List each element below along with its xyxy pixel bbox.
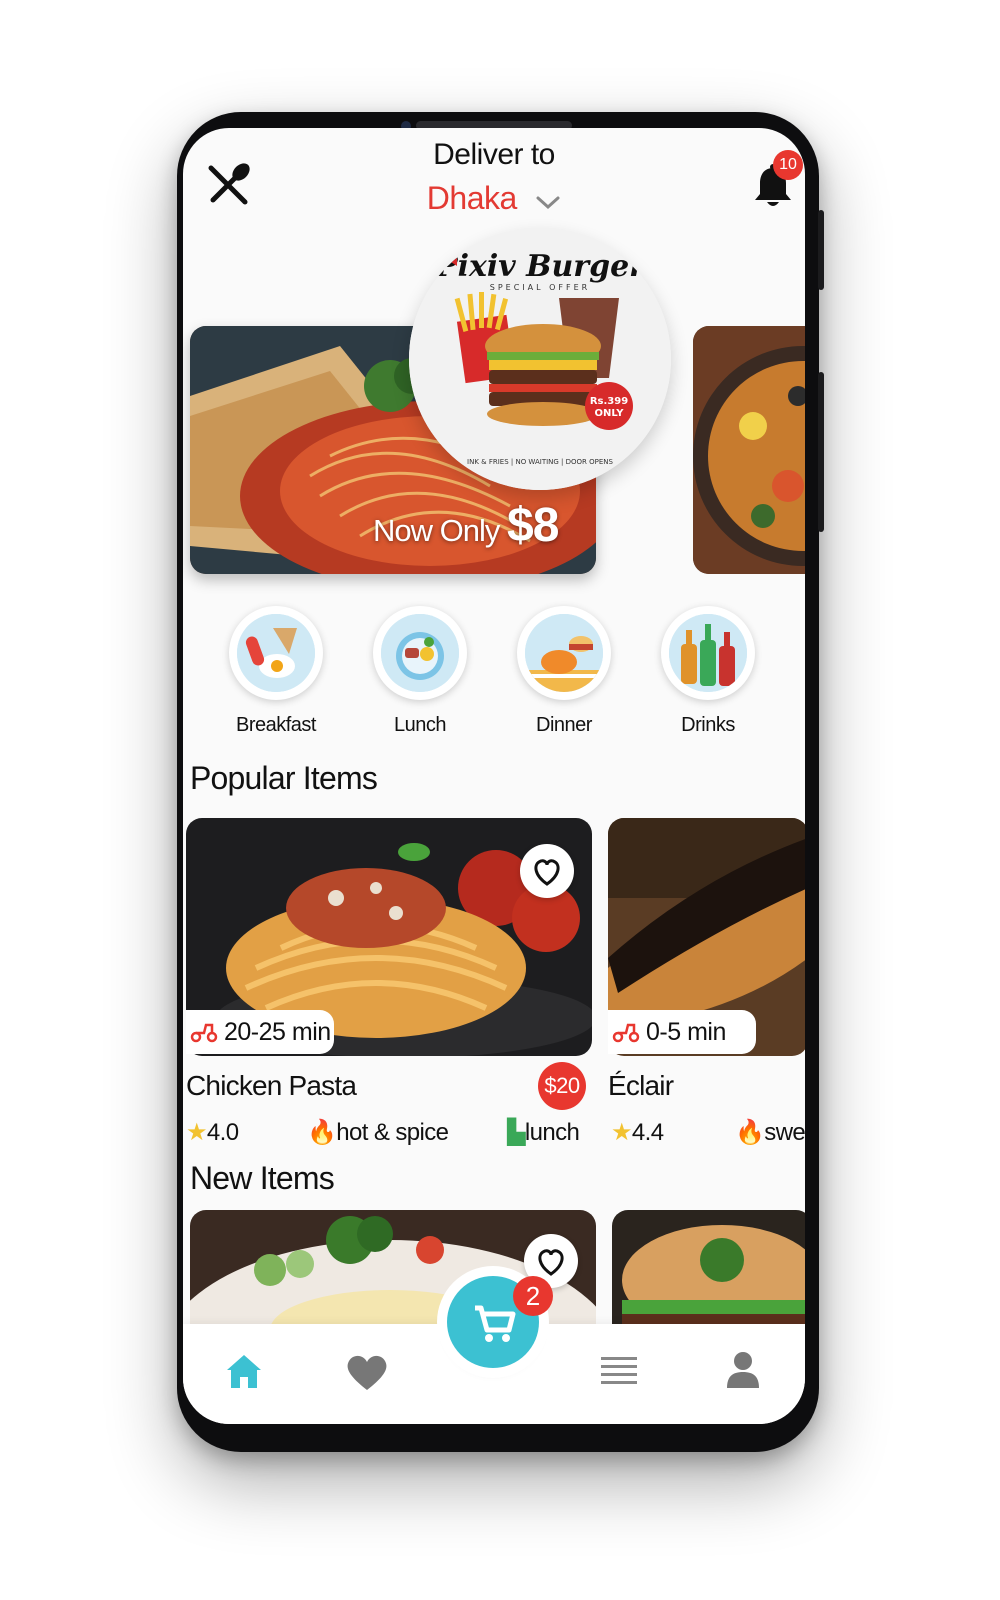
favorite-button[interactable] bbox=[520, 844, 574, 898]
item-tag: 🔥hot & spice bbox=[307, 1118, 449, 1147]
cart-count-badge: 2 bbox=[513, 1276, 553, 1316]
promo-brand-text: Pixiv Burger bbox=[434, 249, 647, 284]
category-label: Dinner bbox=[536, 714, 592, 736]
menu-icon bbox=[601, 1357, 637, 1384]
delivery-time: 20-25 min bbox=[186, 1010, 334, 1054]
fire-icon: 🔥 bbox=[307, 1119, 337, 1146]
banner-price: Now Only $8 bbox=[373, 498, 559, 553]
promo-banner-paella[interactable] bbox=[693, 326, 805, 574]
svg-text:INK & FRIES | NO WAITING | DOO: INK & FRIES | NO WAITING | DOOR OPENS bbox=[467, 458, 613, 466]
deliver-to-label: Deliver to bbox=[433, 138, 555, 171]
scooter-icon bbox=[190, 1024, 218, 1043]
item-tag: 🔥swe bbox=[735, 1118, 805, 1147]
phone-side-button bbox=[818, 372, 824, 532]
delivery-time: 0-5 min bbox=[608, 1010, 756, 1054]
burger-special-offer[interactable]: Pixiv Burger SPECIAL OFFER Rs.399 ONLY I bbox=[409, 228, 671, 490]
price-badge: $20 bbox=[538, 1062, 586, 1110]
lunch-tag-icon: ▙ bbox=[507, 1119, 525, 1146]
category-drinks[interactable]: Drinks bbox=[638, 606, 778, 737]
chevron-down-icon bbox=[535, 182, 561, 219]
nav-favorites[interactable] bbox=[345, 1352, 389, 1397]
tag-text: swe bbox=[764, 1119, 805, 1146]
category-label: Lunch bbox=[394, 714, 447, 736]
tag-text: hot & spice bbox=[336, 1119, 449, 1146]
delivery-time-text: 20-25 min bbox=[224, 1018, 331, 1046]
tag-text: lunch bbox=[524, 1119, 580, 1146]
dinner-icon bbox=[525, 614, 603, 692]
new-items-title: New Items bbox=[190, 1160, 335, 1196]
category-label: Breakfast bbox=[236, 714, 316, 736]
category-list: Breakfast Lunch Dinner Drinks bbox=[183, 606, 805, 746]
item-rating: ★4.0 bbox=[186, 1118, 239, 1147]
item-name[interactable]: Éclair bbox=[608, 1070, 674, 1102]
burger-offer-image: Pixiv Burger SPECIAL OFFER Rs.399 ONLY I bbox=[409, 228, 671, 490]
fire-icon: 🔥 bbox=[735, 1119, 765, 1146]
item-rating: ★4.4 bbox=[611, 1118, 664, 1147]
city-name: Dhaka bbox=[426, 180, 518, 216]
drinks-icon bbox=[669, 614, 747, 692]
star-icon: ★ bbox=[611, 1119, 633, 1146]
popular-items-title: Popular Items bbox=[190, 760, 378, 796]
profile-icon bbox=[727, 1352, 759, 1388]
heart-icon bbox=[347, 1355, 387, 1390]
rating-value: 4.4 bbox=[631, 1119, 664, 1146]
breakfast-icon bbox=[237, 614, 315, 692]
location-selector[interactable]: Dhaka bbox=[183, 180, 805, 219]
banner-price-value: $8 bbox=[507, 499, 559, 552]
star-icon: ★ bbox=[186, 1119, 208, 1146]
category-breakfast[interactable]: Breakfast bbox=[206, 606, 346, 737]
category-label: Drinks bbox=[681, 714, 735, 736]
nav-home[interactable] bbox=[225, 1352, 263, 1395]
svg-text:Rs.399: Rs.399 bbox=[590, 396, 628, 407]
notification-button[interactable]: 10 bbox=[751, 150, 803, 210]
nav-orders[interactable] bbox=[599, 1354, 639, 1393]
app-screen: Deliver to Dhaka 10 Pixiv Burger SPECIAL… bbox=[183, 128, 805, 1424]
category-lunch[interactable]: Lunch bbox=[350, 606, 490, 737]
home-icon bbox=[227, 1355, 261, 1388]
category-dinner[interactable]: Dinner bbox=[494, 606, 634, 737]
item-name[interactable]: Chicken Pasta bbox=[186, 1070, 357, 1102]
svg-text:SPECIAL OFFER: SPECIAL OFFER bbox=[490, 283, 591, 292]
phone-side-button bbox=[818, 210, 824, 290]
paella-image bbox=[693, 326, 805, 574]
scooter-icon bbox=[612, 1024, 640, 1043]
nav-profile[interactable] bbox=[725, 1350, 761, 1395]
heart-outline-icon bbox=[534, 859, 560, 886]
svg-text:ONLY: ONLY bbox=[595, 408, 625, 419]
delivery-time-text: 0-5 min bbox=[646, 1018, 726, 1046]
notification-badge: 10 bbox=[773, 150, 803, 180]
lunch-icon bbox=[381, 614, 459, 692]
banner-price-prefix: Now Only bbox=[373, 513, 500, 548]
item-tag: ▙lunch bbox=[507, 1118, 580, 1147]
rating-value: 4.0 bbox=[206, 1119, 239, 1146]
